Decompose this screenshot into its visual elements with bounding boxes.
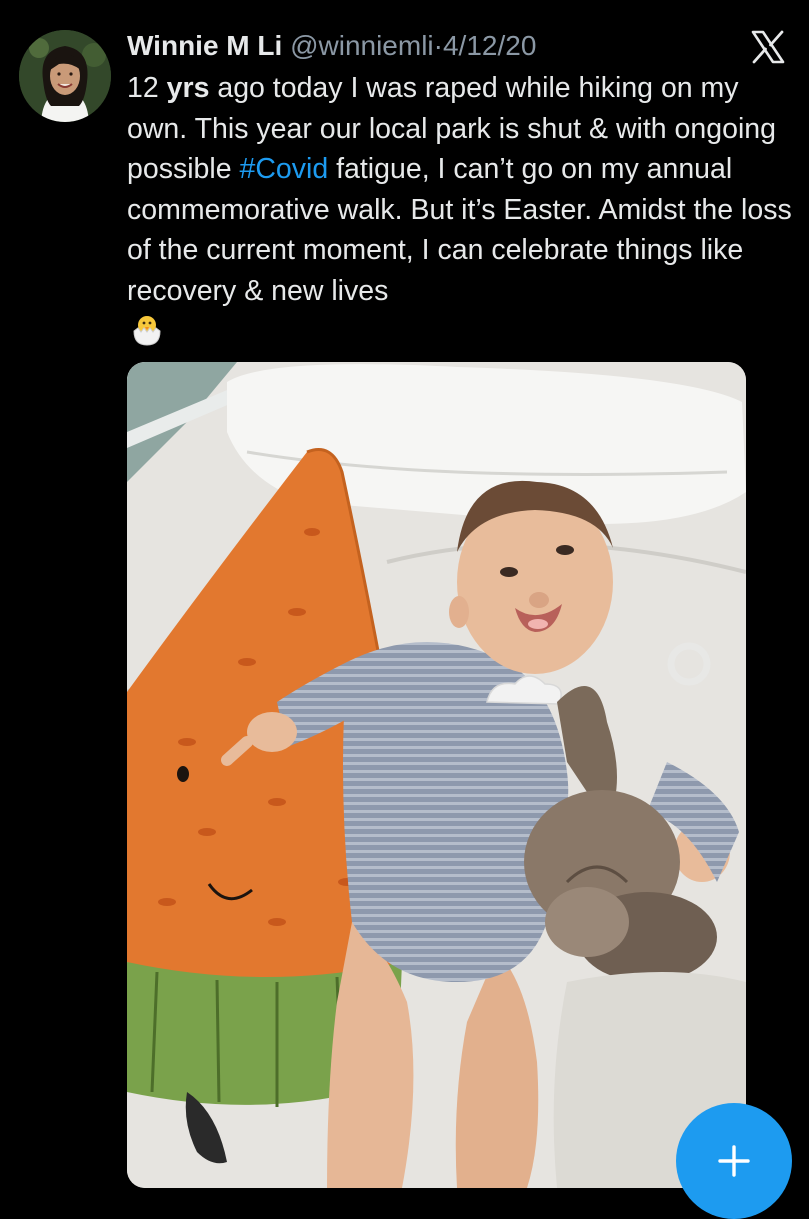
compose-button[interactable] [676,1103,792,1219]
tweet-date[interactable]: 4/12/20 [443,30,536,61]
plus-icon [718,1145,750,1177]
hatching-chick-icon [129,311,165,347]
text-lead: 12 [127,72,167,104]
author-avatar[interactable] [19,30,111,122]
x-logo-icon[interactable] [748,27,788,67]
header-separator: · [433,30,443,61]
hashtag-link[interactable]: #Covid [239,153,328,185]
tweet-header: Winnie M Li @winniemli·4/12/20 [127,29,729,63]
tweet-text: 12 yrs ago today I was raped while hikin… [127,68,792,353]
author-name[interactable]: Winnie M Li [127,30,282,61]
text-bold: yrs [166,72,210,104]
author-handle[interactable]: @winniemli [290,30,434,61]
tweet-photo[interactable] [127,362,746,1188]
